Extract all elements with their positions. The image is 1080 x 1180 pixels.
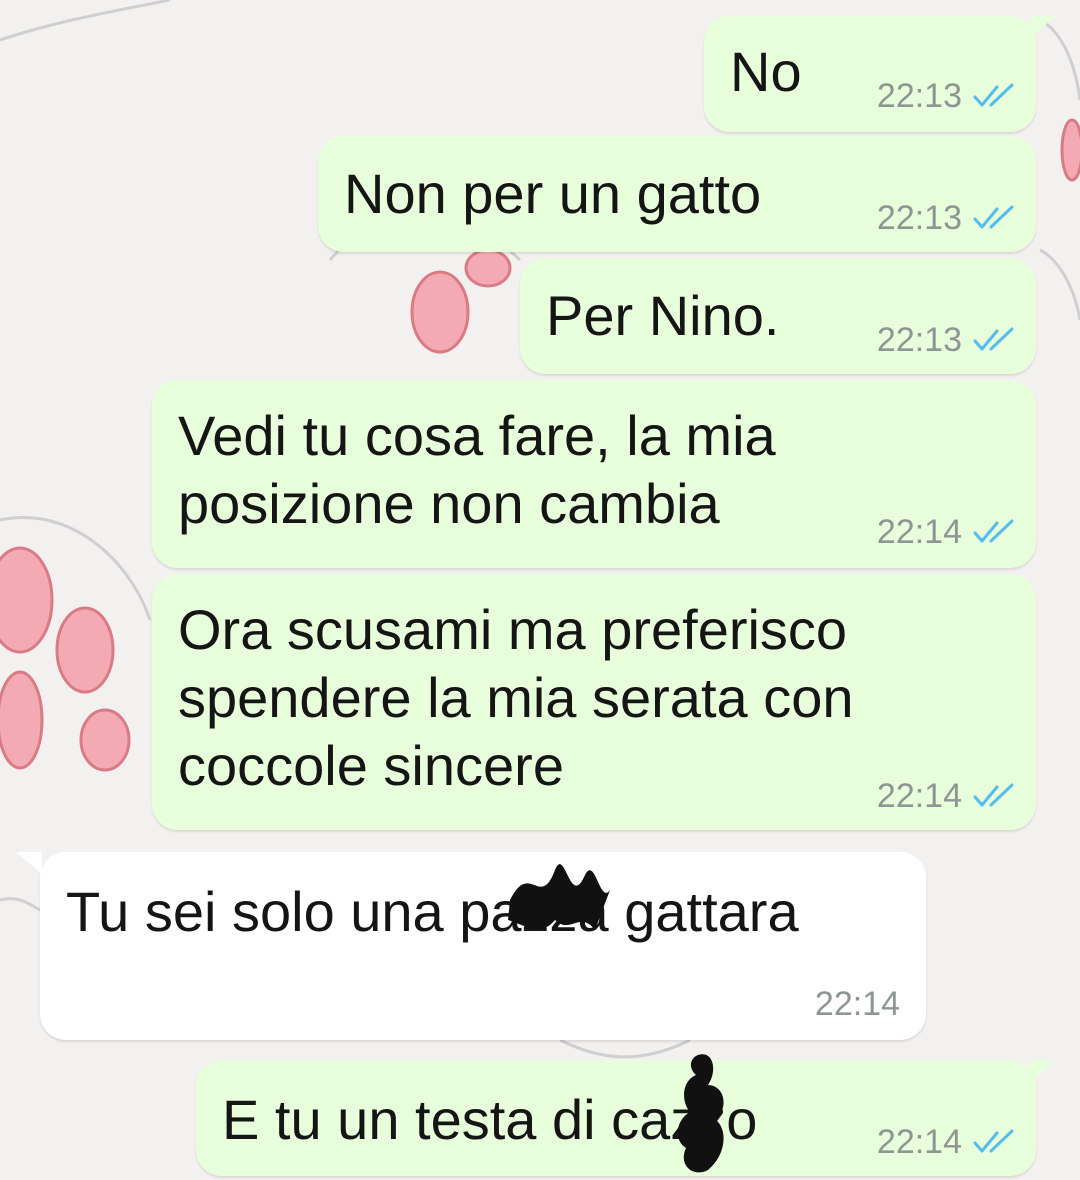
message-text: E tu un testa di cazzo — [222, 1088, 758, 1151]
message-text: Ora scusami ma preferisco spendere la mi… — [178, 598, 854, 797]
message-text: No — [730, 40, 802, 103]
message-meta: 22:14 — [815, 986, 900, 1022]
message-bubble-incoming[interactable]: Tu sei solo una pazza gattara 22:14 — [40, 852, 926, 1040]
message-bubble-outgoing[interactable]: Per Nino. 22:13 — [520, 258, 1036, 374]
message-bubble-outgoing[interactable]: Non per un gatto 22:13 — [318, 136, 1036, 252]
message-meta: 22:13 — [877, 200, 1016, 236]
message-time: 22:14 — [876, 777, 962, 815]
message-time: 22:13 — [876, 77, 962, 115]
message-meta: 22:14 — [877, 1124, 1016, 1160]
message-bubble-outgoing[interactable]: Vedi tu cosa fare, la mia posizione non … — [152, 380, 1036, 568]
message-meta: 22:14 — [877, 778, 1016, 814]
message-bubble-outgoing[interactable]: No 22:13 — [704, 16, 1036, 132]
message-text: Non per un gatto — [344, 162, 762, 225]
message-time: 22:13 — [876, 199, 962, 237]
double-check-read-icon — [973, 783, 1014, 807]
double-check-read-icon — [973, 519, 1014, 543]
message-meta: 22:13 — [877, 78, 1016, 114]
message-meta: 22:13 — [877, 322, 1016, 358]
message-time: 22:14 — [814, 985, 900, 1023]
bubble-tail — [1030, 1060, 1056, 1082]
double-check-read-icon — [973, 1129, 1014, 1153]
message-bubble-outgoing[interactable]: Ora scusami ma preferisco spendere la mi… — [152, 574, 1036, 830]
bubble-tail — [1030, 16, 1056, 38]
double-check-read-icon — [973, 205, 1014, 229]
message-meta: 22:14 — [877, 514, 1016, 550]
message-time: 22:13 — [876, 321, 962, 359]
double-check-read-icon — [973, 83, 1014, 107]
message-text: Vedi tu cosa fare, la mia posizione non … — [178, 404, 776, 535]
message-text: Per Nino. — [546, 284, 780, 347]
double-check-read-icon — [973, 327, 1014, 351]
message-time: 22:14 — [876, 513, 962, 551]
message-time: 22:14 — [876, 1123, 962, 1161]
message-text: Tu sei solo una pazza gattara — [66, 880, 799, 943]
bubble-tail — [16, 852, 42, 874]
message-list[interactable]: No 22:13 Non per un gatto 22:13 Per Nino… — [0, 0, 1080, 1180]
message-bubble-outgoing[interactable]: E tu un testa di cazzo 22:14 — [196, 1060, 1036, 1176]
